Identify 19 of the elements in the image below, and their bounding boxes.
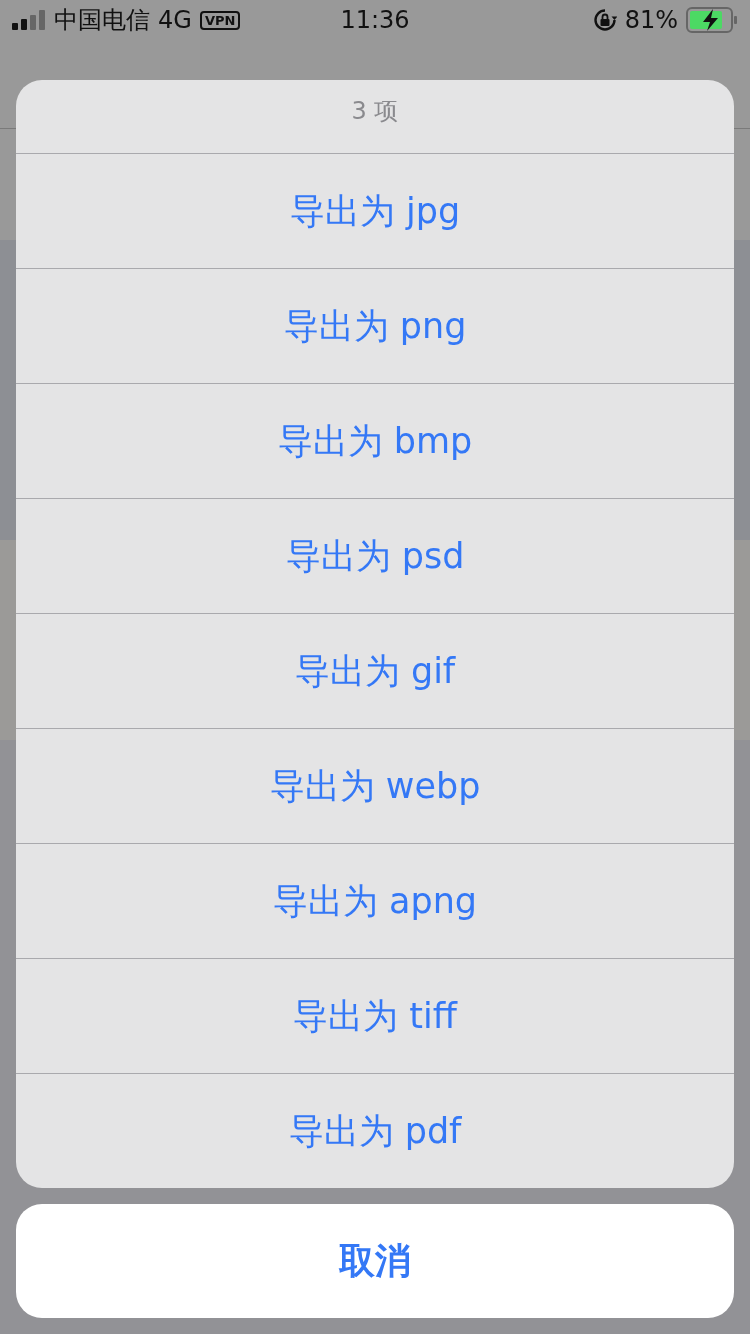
carrier-name: 中国电信	[54, 5, 150, 36]
battery-percent: 81%	[624, 6, 678, 34]
export-option[interactable]: 导出为 psd	[16, 498, 734, 613]
export-option[interactable]: 导出为 png	[16, 268, 734, 383]
export-option[interactable]: 导出为 tiff	[16, 958, 734, 1073]
export-option[interactable]: 导出为 apng	[16, 843, 734, 958]
export-option[interactable]: 导出为 bmp	[16, 383, 734, 498]
signal-icon	[12, 10, 46, 30]
battery-charging-icon	[686, 7, 738, 33]
sheet-title: 3 项	[350, 95, 400, 127]
cancel-button[interactable]: 取消	[16, 1204, 734, 1318]
export-option[interactable]: 导出为 webp	[16, 728, 734, 843]
export-option[interactable]: 导出为 jpg	[16, 153, 734, 268]
export-option[interactable]: 导出为 gif	[16, 613, 734, 728]
export-option[interactable]: 导出为 pdf	[16, 1073, 734, 1188]
network-type: 4G	[158, 6, 192, 34]
rotation-lock-icon	[592, 8, 617, 32]
vpn-badge: VPN	[199, 10, 241, 30]
clock: 11:36	[340, 6, 410, 34]
